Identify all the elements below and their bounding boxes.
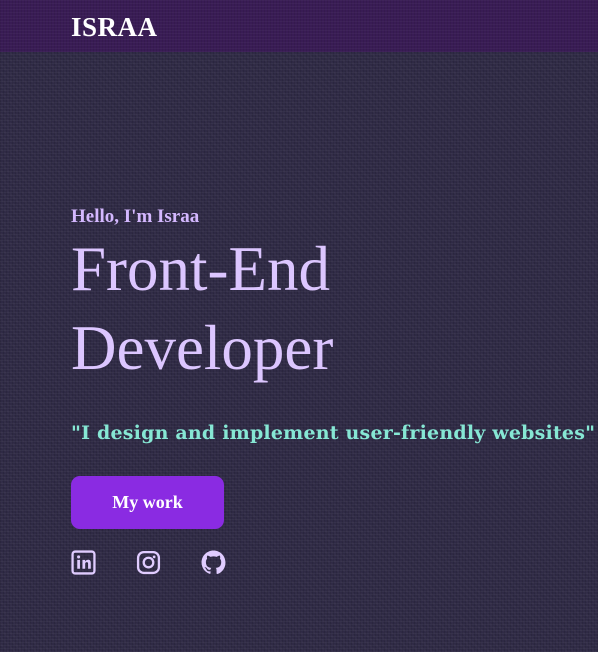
- role-line-1: Front-End: [71, 234, 330, 304]
- site-logo[interactable]: ISRAA: [71, 11, 158, 43]
- linkedin-icon: [71, 550, 96, 575]
- github-icon: [201, 550, 226, 575]
- github-link[interactable]: [201, 550, 226, 575]
- hero-section: Hello, I'm Israa Front-End Developer "I …: [71, 204, 596, 575]
- linkedin-link[interactable]: [71, 550, 96, 575]
- social-links: [71, 550, 591, 575]
- role-heading: Front-End Developer: [71, 230, 591, 388]
- instagram-link[interactable]: [136, 550, 161, 575]
- my-work-button[interactable]: My work: [71, 476, 224, 529]
- tagline: "I design and implement user-friendly we…: [71, 422, 596, 444]
- greeting-text: Hello, I'm Israa: [71, 206, 200, 227]
- instagram-icon: [136, 550, 161, 575]
- navbar: ISRAA: [0, 0, 598, 52]
- role-line-2: Developer: [71, 313, 334, 383]
